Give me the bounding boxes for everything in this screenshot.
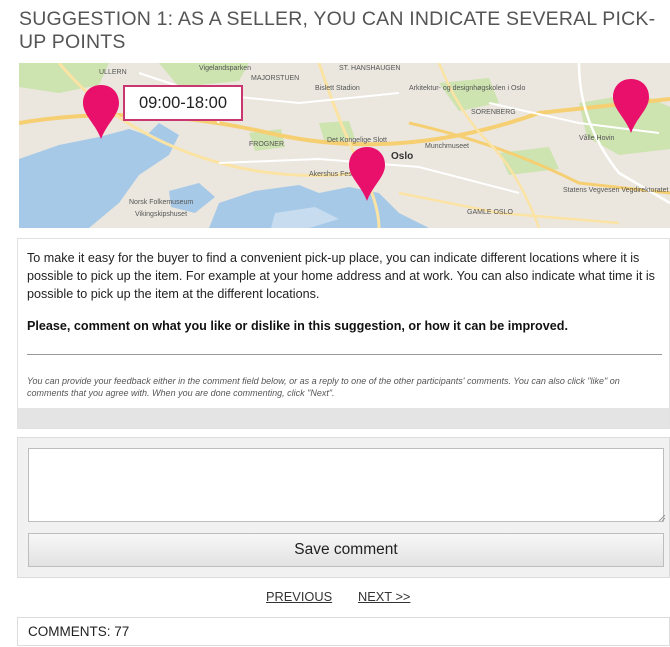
comments-header[interactable]: COMMENTS: 77 xyxy=(17,617,670,646)
map-pin-icon xyxy=(613,79,649,133)
comments-count: COMMENTS: 77 xyxy=(28,624,130,639)
map-label-ullern: ULLERN xyxy=(99,69,127,76)
map-label-frogner: FROGNER xyxy=(249,141,284,148)
pagination-nav: PREVIOUS NEXT >> xyxy=(0,589,670,607)
map-image: ULLERN ST. HANSHAUGEN MAJORSTUEN Vigelan… xyxy=(19,63,670,228)
divider xyxy=(27,354,662,355)
map-label-arkitektur: Arkitektur- og designhøgskolen i Oslo xyxy=(409,85,526,92)
feedback-hint: You can provide your feedback either in … xyxy=(27,376,620,398)
previous-link[interactable]: PREVIOUS xyxy=(266,589,332,604)
map-label-bislett: Bislett Stadion xyxy=(315,85,360,92)
map-label-oslo: Oslo xyxy=(391,151,414,162)
suggestion-title: SUGGESTION 1: AS A SELLER, YOU CAN INDIC… xyxy=(19,8,656,53)
comment-request: Please, comment on what you like or disl… xyxy=(27,319,568,333)
map-label-st-hanshaugen: ST. HANSHAUGEN xyxy=(339,65,401,72)
map-label-gamle-oslo: GAMLE OSLO xyxy=(467,209,513,216)
panel-footer-bar xyxy=(18,408,669,428)
comment-form: Save comment xyxy=(17,437,670,578)
map-label-statens-vegvesen: Statens Vegvesen Vegdirektoratet xyxy=(563,187,669,194)
next-link[interactable]: NEXT >> xyxy=(358,589,410,604)
map-label-vallehovin: Vålle Hovin xyxy=(579,135,615,142)
map-label-majorstuen: MAJORSTUEN xyxy=(251,75,300,82)
map-label-vigelandsparken: Vigelandsparken xyxy=(199,65,252,72)
map-label-kongelige-slott: Det Kongelige Slott xyxy=(327,137,387,144)
suggestion-description: To make it easy for the buyer to find a … xyxy=(27,251,655,301)
save-comment-button[interactable]: Save comment xyxy=(28,533,664,567)
map-pin-icon xyxy=(83,85,119,139)
comment-textarea[interactable] xyxy=(28,448,664,522)
map-label-sorenberg: SORENBERG xyxy=(471,109,516,116)
resize-grip-icon[interactable] xyxy=(658,514,666,522)
pickup-time-label: 09:00-18:00 xyxy=(123,85,243,121)
map-pin-icon xyxy=(349,147,385,201)
suggestion-description-panel: To make it easy for the buyer to find a … xyxy=(17,238,670,429)
map-label-norsk-folkemuseum: Norsk Folkemuseum xyxy=(129,199,194,206)
map-label-munchmuseet: Munchmuseet xyxy=(425,143,469,150)
map-label-vikingskipshuset: Vikingskipshuset xyxy=(135,211,188,218)
